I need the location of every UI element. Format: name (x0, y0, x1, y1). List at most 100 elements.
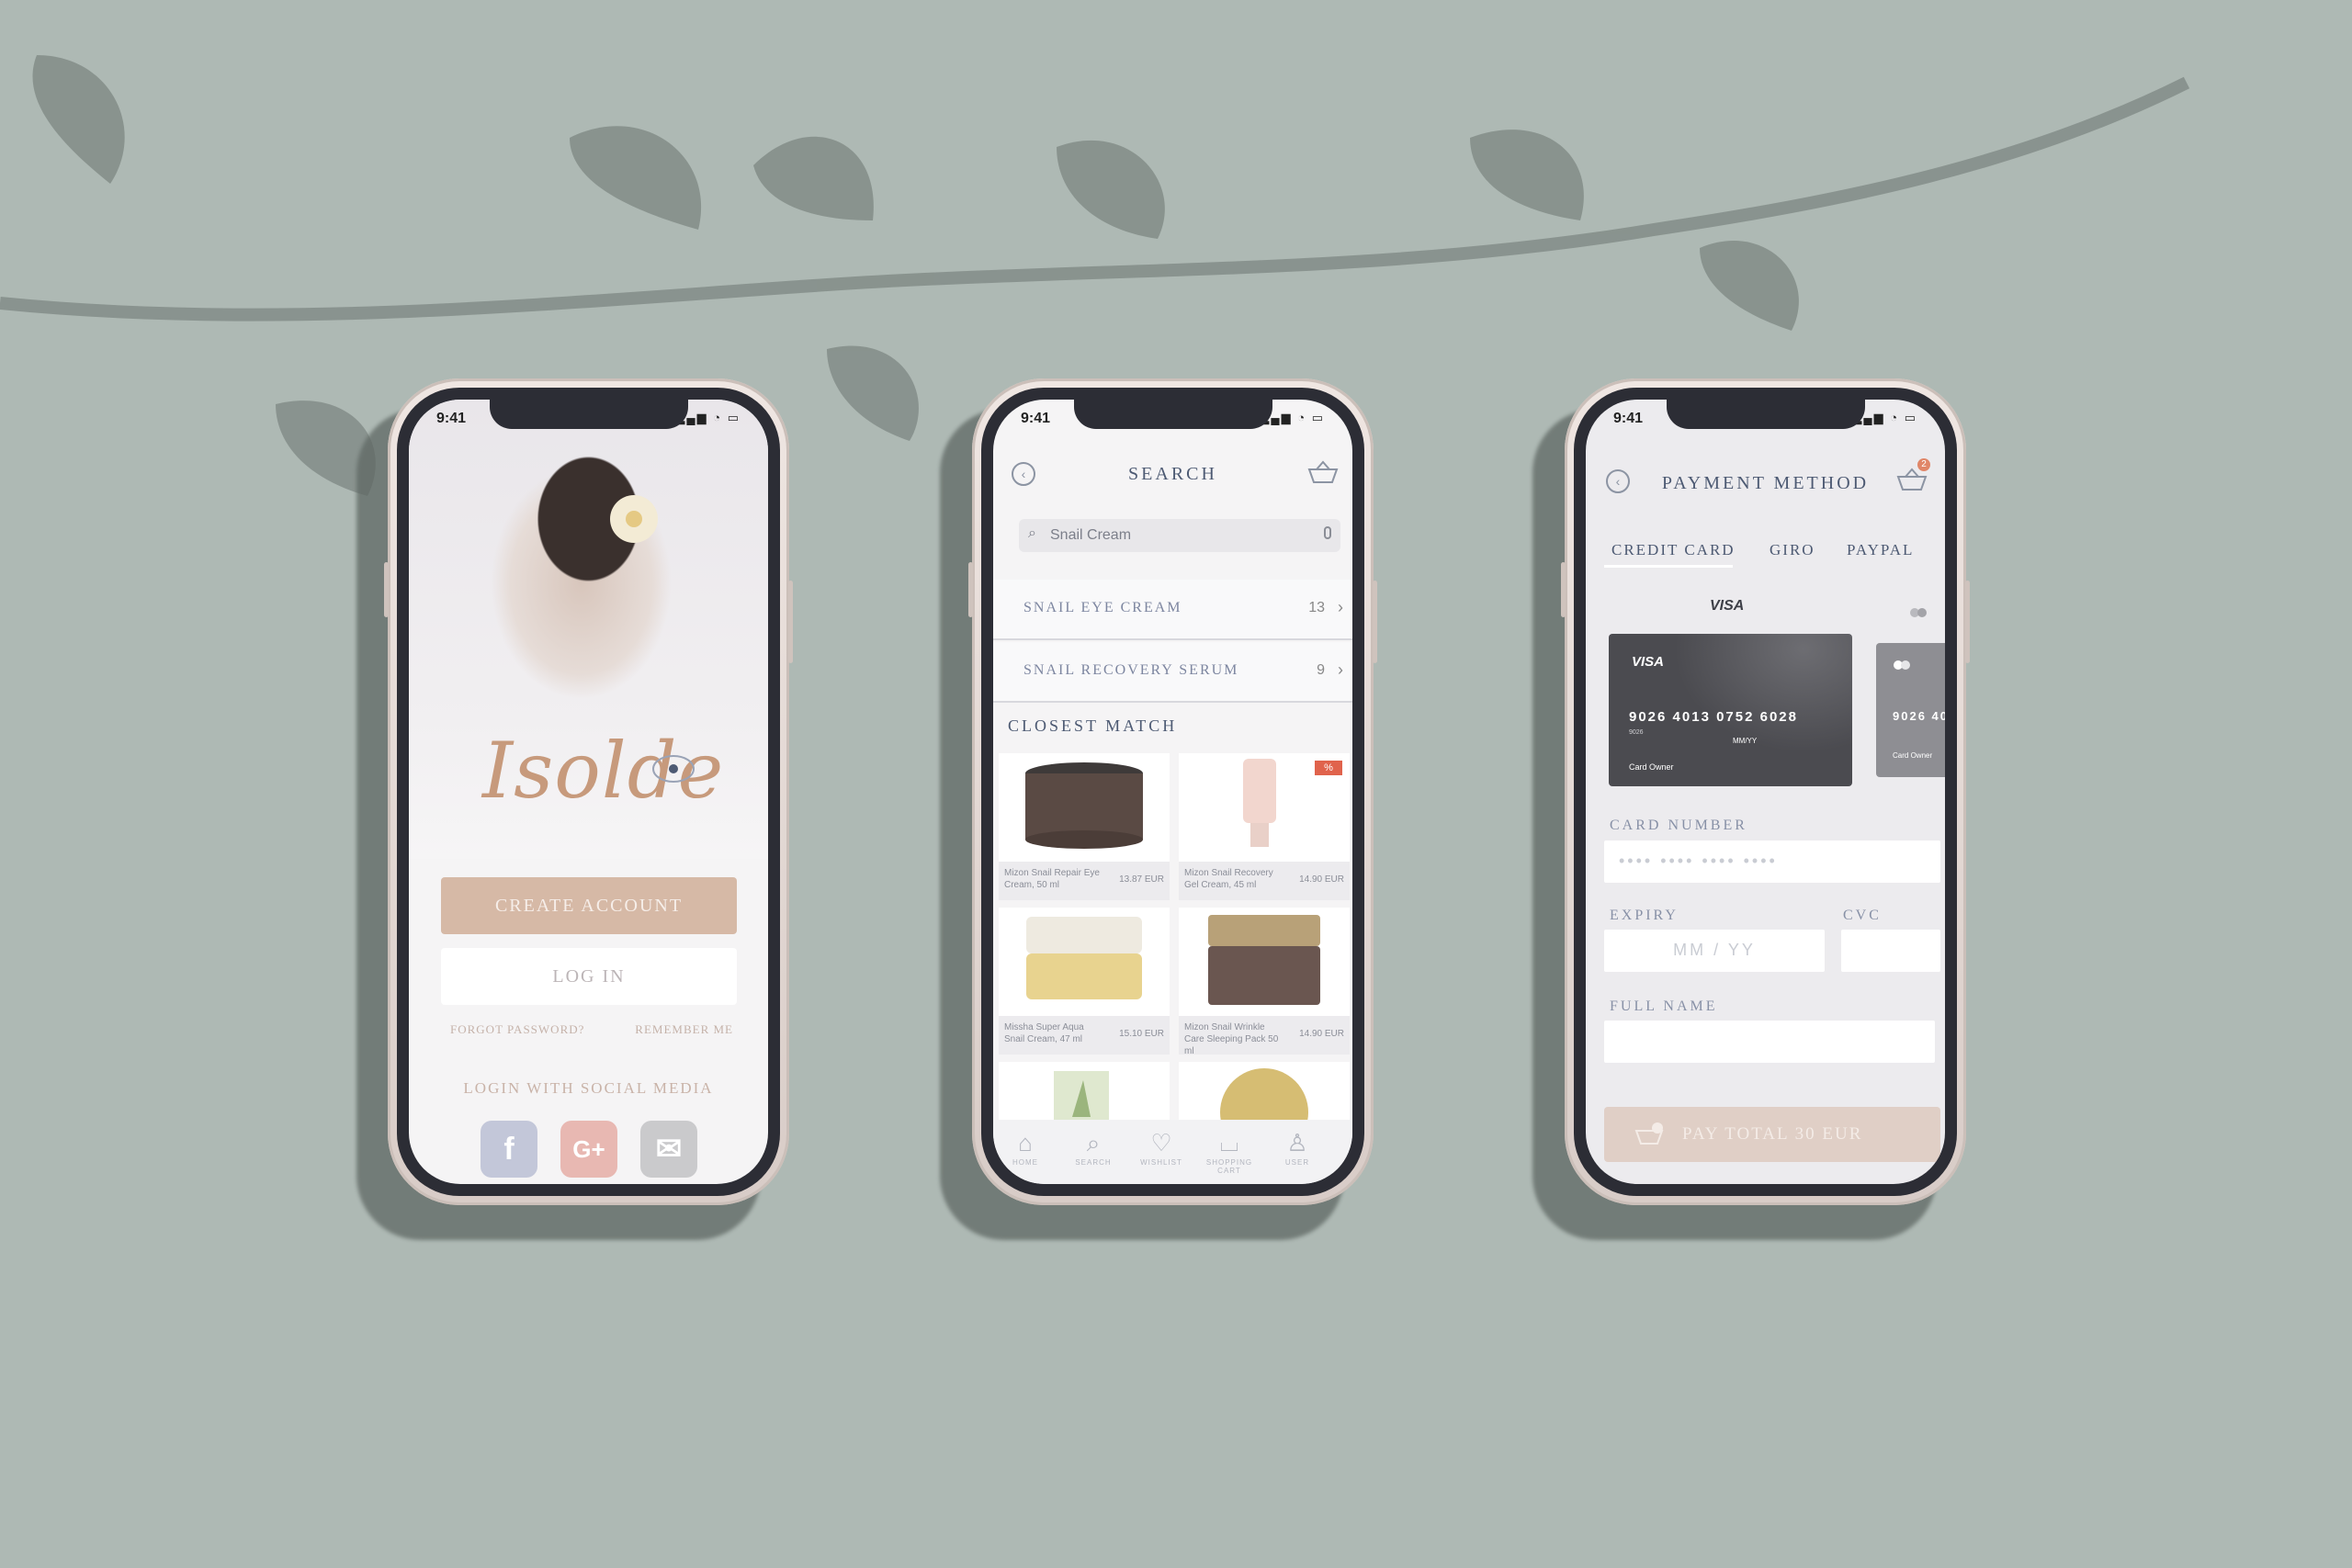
product-card[interactable]: % Mizon Snail Recovery Gel Cream, 45 ml … (1179, 753, 1350, 900)
user-icon: ♙ (1286, 1129, 1308, 1156)
product-price: 14.90 EUR (1299, 1029, 1344, 1039)
card-indicator-icon (1910, 608, 1927, 617)
expiry-field[interactable]: MM / YY (1604, 930, 1825, 972)
tab-paypal[interactable]: PAYPAL (1847, 541, 1914, 559)
mail-icon[interactable]: ✉ (640, 1121, 697, 1178)
side-button (1373, 581, 1377, 663)
visa-logo: VISA (1632, 654, 1665, 670)
product-image (1179, 908, 1350, 1016)
search-query: Snail Cream (1050, 527, 1132, 543)
card-number-field[interactable]: •••• •••• •••• •••• (1604, 840, 1940, 883)
cvc-label: CVC (1843, 908, 1882, 923)
social-login-label: LOGIN WITH SOCIAL MEDIA (463, 1079, 714, 1097)
suggestion-count: 13 (1308, 600, 1325, 615)
phone-search: 9:41 ▂▄▆ ◔ ▭ ‹ SEARCH ⌕ Snail Cream SNAI… (968, 378, 1377, 1205)
product-caption: Mizon Snail Wrinkle Care Sleeping Pack 5… (1179, 1016, 1350, 1056)
full-name-field[interactable] (1604, 1021, 1935, 1063)
suggestion-label: SNAIL RECOVERY SERUM (1023, 662, 1239, 678)
expiry-placeholder: MM / YY (1673, 941, 1756, 959)
basket-icon[interactable] (1306, 460, 1340, 484)
card-number-display: 9026 4013 0752 6028 (1629, 709, 1798, 725)
cart-count-badge: 2 (1917, 458, 1930, 471)
card-sub-number: 9026 (1629, 729, 1644, 736)
tab-search[interactable]: ⌕ SEARCH (1061, 1129, 1125, 1167)
chevron-right-icon: › (1338, 598, 1343, 616)
side-button (384, 562, 389, 617)
payment-screen: 9:41 ▂▄▆ ◔ ▭ ‹ PAYMENT METHOD 2 CREDIT C… (1586, 400, 1945, 1184)
tab-shopping-cart[interactable]: ⌴ SHOPPING CART (1197, 1129, 1261, 1175)
microphone-icon[interactable] (1324, 526, 1331, 539)
suggestion-count: 9 (1317, 662, 1325, 678)
tab-home[interactable]: ⌂ HOME (993, 1129, 1057, 1167)
tab-wishlist[interactable]: ♡ WISHLIST (1129, 1129, 1193, 1167)
tab-user[interactable]: ♙ USER (1265, 1129, 1329, 1167)
tab-giro[interactable]: GIRO (1770, 541, 1815, 559)
side-button (1965, 581, 1970, 663)
product-price: 14.90 EUR (1299, 874, 1344, 885)
product-name: Missha Super Aqua Snail Cream, 47 ml (1004, 1022, 1084, 1044)
card-number-display: 9026 4013 (1893, 709, 1945, 723)
page-title: SEARCH (1128, 464, 1217, 484)
product-card[interactable]: Mizon Snail Wrinkle Care Sleeping Pack 5… (1179, 908, 1350, 1056)
active-tab-indicator (1604, 565, 1733, 568)
bezel: 9:41 ▂▄▆ ◔ ▭ Isolde CREATE ACCOUNT LOG I… (397, 388, 780, 1196)
cvc-field[interactable] (1841, 930, 1940, 972)
side-button (968, 562, 973, 617)
logo-flower-icon (652, 755, 695, 783)
page-title: PAYMENT METHOD (1661, 473, 1870, 493)
heart-icon: ♡ (1150, 1129, 1172, 1156)
facebook-icon[interactable]: f (481, 1121, 537, 1178)
card-number-placeholder: •••• •••• •••• •••• (1619, 852, 1778, 870)
create-account-button[interactable]: CREATE ACCOUNT (441, 877, 737, 934)
product-name: Mizon Snail Recovery Gel Cream, 45 ml (1184, 868, 1273, 890)
suggestion-row[interactable]: SNAIL EYE CREAM 13 › (993, 580, 1352, 640)
card-owner: Card Owner (1629, 762, 1674, 772)
forgot-password-link[interactable]: FORGOT PASSWORD? (450, 1022, 584, 1037)
suggestion-row[interactable]: SNAIL RECOVERY SERUM 9 › (993, 642, 1352, 703)
status-time: 9:41 (1613, 411, 1644, 426)
tab-credit-card[interactable]: CREDIT CARD (1611, 541, 1736, 559)
bottom-tab-bar: ⌂ HOME ⌕ SEARCH ♡ WISHLIST ⌴ SHOPPING CART ♙… (993, 1120, 1352, 1184)
card-owner: Card Owner (1893, 751, 1933, 760)
phone-login: 9:41 ▂▄▆ ◔ ▭ Isolde CREATE ACCOUNT LOG I… (384, 378, 793, 1205)
expiry-label: EXPIRY (1610, 908, 1679, 923)
product-caption: Mizon Snail Recovery Gel Cream, 45 ml 14… (1179, 862, 1350, 900)
product-caption: Mizon Snail Repair Eye Cream, 50 ml 13.8… (999, 862, 1170, 900)
credit-card-secondary[interactable]: 9026 4013 Card Owner (1876, 643, 1945, 777)
product-name: Mizon Snail Wrinkle Care Sleeping Pack 5… (1184, 1022, 1279, 1056)
notch (1666, 400, 1865, 429)
google-plus-icon[interactable]: G+ (560, 1121, 617, 1178)
product-price: 13.87 EUR (1119, 874, 1164, 885)
chevron-right-icon: › (1338, 660, 1343, 679)
remember-me-toggle[interactable]: REMEMBER ME (635, 1022, 733, 1037)
search-icon: ⌕ (1028, 525, 1036, 541)
pay-total-button[interactable]: PAY TOTAL 30 EUR (1604, 1107, 1940, 1162)
card-expiry-display: MM/YY (1733, 737, 1758, 745)
product-card[interactable]: Mizon Snail Repair Eye Cream, 50 ml 13.8… (999, 753, 1170, 900)
phone-payment: 9:41 ▂▄▆ ◔ ▭ ‹ PAYMENT METHOD 2 CREDIT C… (1561, 378, 1970, 1205)
login-screen: 9:41 ▂▄▆ ◔ ▭ Isolde CREATE ACCOUNT LOG I… (409, 400, 768, 1184)
notch (1073, 400, 1272, 429)
suggestion-label: SNAIL EYE CREAM (1023, 600, 1182, 615)
sale-badge: % (1315, 761, 1342, 775)
card-brand-label: VISA (1710, 598, 1745, 614)
log-in-button[interactable]: LOG IN (441, 948, 737, 1005)
home-icon: ⌂ (1018, 1129, 1033, 1156)
closest-match-heading: CLOSEST MATCH (1008, 716, 1178, 735)
bezel: 9:41 ▂▄▆ ◔ ▭ ‹ SEARCH ⌕ Snail Cream SNAI… (981, 388, 1364, 1196)
side-button (788, 581, 793, 663)
basket-icon: ⌴ (1219, 1129, 1239, 1156)
card-number-label: CARD NUMBER (1610, 818, 1747, 833)
product-image (999, 753, 1170, 862)
side-button (1561, 562, 1566, 617)
credit-card[interactable]: VISA 9026 4013 0752 6028 9026 MM/YY Card… (1609, 634, 1852, 786)
product-card[interactable]: Missha Super Aqua Snail Cream, 47 ml 15.… (999, 908, 1170, 1055)
search-screen: 9:41 ▂▄▆ ◔ ▭ ‹ SEARCH ⌕ Snail Cream SNAI… (993, 400, 1352, 1184)
notch (489, 400, 688, 429)
search-input[interactable]: ⌕ Snail Cream (1019, 519, 1340, 552)
status-time: 9:41 (1021, 411, 1051, 426)
product-name: Mizon Snail Repair Eye Cream, 50 ml (1004, 868, 1100, 890)
product-caption: Missha Super Aqua Snail Cream, 47 ml 15.… (999, 1016, 1170, 1055)
full-name-label: FULL NAME (1610, 998, 1718, 1014)
bezel: 9:41 ▂▄▆ ◔ ▭ ‹ PAYMENT METHOD 2 CREDIT C… (1574, 388, 1957, 1196)
